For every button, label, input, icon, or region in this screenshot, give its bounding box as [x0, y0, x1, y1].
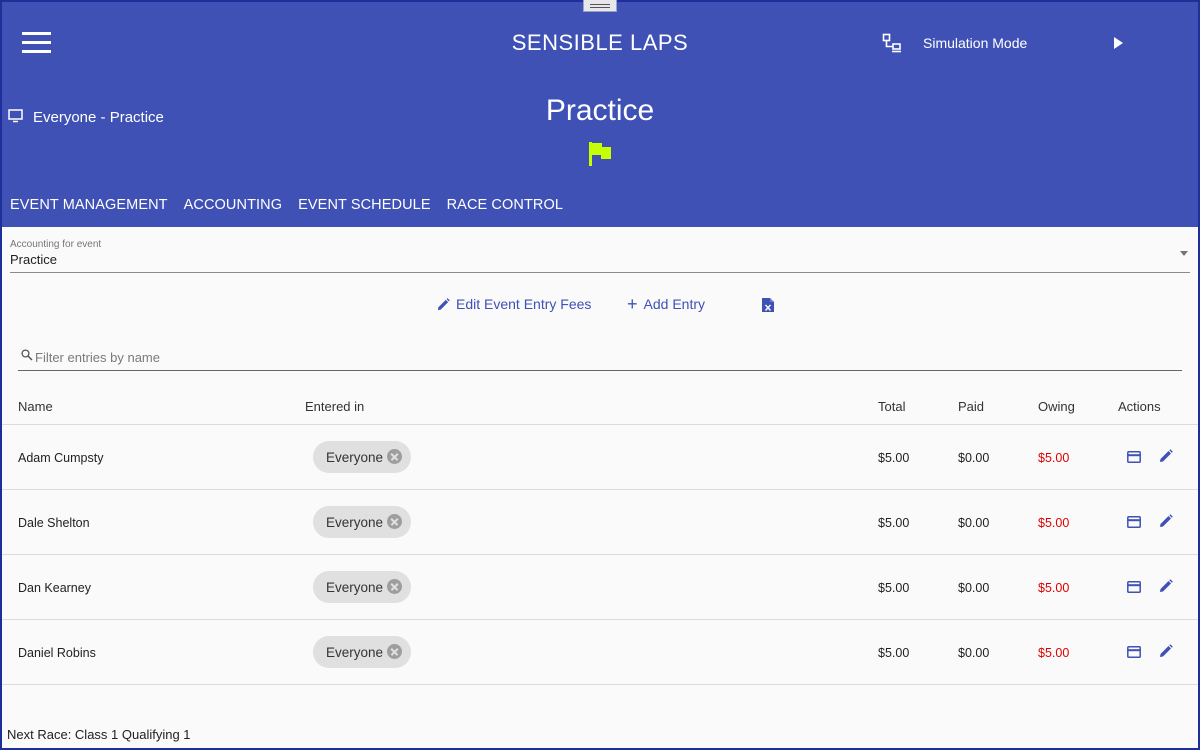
column-header-entered-in[interactable]: Entered in — [305, 399, 364, 414]
table-row: Daniel Robins Everyone $5.00 $0.00 $5.00 — [0, 620, 1200, 685]
entry-paid: $0.00 — [958, 451, 990, 465]
class-chip[interactable]: Everyone — [313, 506, 411, 538]
simulation-icon[interactable] — [882, 33, 902, 53]
pencil-icon[interactable] — [1159, 449, 1173, 463]
filter-field — [18, 344, 1182, 371]
plus-icon: + — [627, 294, 638, 314]
class-chip[interactable]: Everyone — [313, 441, 411, 473]
close-circle-icon[interactable] — [387, 579, 402, 594]
entry-paid: $0.00 — [958, 516, 990, 530]
tab-event-schedule[interactable]: EVENT SCHEDULE — [298, 197, 430, 213]
tab-race-control[interactable]: RACE CONTROL — [447, 197, 563, 213]
entry-owing: $5.00 — [1038, 581, 1070, 595]
pencil-icon[interactable] — [1159, 644, 1173, 658]
column-header-actions: Actions — [1118, 399, 1161, 414]
column-header-owing[interactable]: Owing — [1038, 399, 1075, 414]
dropdown-arrow-icon[interactable] — [1180, 251, 1188, 256]
drag-handle[interactable] — [583, 0, 617, 12]
search-icon — [21, 349, 33, 361]
pencil-icon[interactable] — [1159, 579, 1173, 593]
entry-total: $5.00 — [878, 516, 910, 530]
credit-card-icon[interactable] — [1127, 646, 1141, 658]
table-row: Dale Shelton Everyone $5.00 $0.00 $5.00 — [0, 490, 1200, 555]
table-header: Name Entered in Total Paid Owing Actions — [0, 390, 1200, 425]
accounting-event-select[interactable]: Accounting for event Practice — [10, 237, 1190, 273]
entry-name: Dan Kearney — [18, 581, 91, 595]
entry-owing: $5.00 — [1038, 516, 1070, 530]
accounting-event-value: Practice — [10, 252, 57, 267]
edit-event-entry-fees-button[interactable]: Edit Event Entry Fees — [437, 296, 591, 312]
entry-total: $5.00 — [878, 646, 910, 660]
table-row: Dan Kearney Everyone $5.00 $0.00 $5.00 — [0, 555, 1200, 620]
tab-accounting[interactable]: ACCOUNTING — [184, 197, 282, 213]
tab-event-management[interactable]: EVENT MANAGEMENT — [10, 197, 168, 213]
accounting-event-label: Accounting for event — [10, 239, 102, 250]
close-circle-icon[interactable] — [387, 449, 402, 464]
page-title: Practice — [545, 94, 655, 127]
entry-name: Adam Cumpsty — [18, 451, 104, 465]
entry-paid: $0.00 — [958, 581, 990, 595]
credit-card-icon[interactable] — [1127, 451, 1141, 463]
app-header: SENSIBLE LAPS Simulation Mode Everyone -… — [0, 0, 1200, 227]
class-chip[interactable]: Everyone — [313, 636, 411, 668]
credit-card-icon[interactable] — [1127, 581, 1141, 593]
entry-total: $5.00 — [878, 451, 910, 465]
entry-owing: $5.00 — [1038, 646, 1070, 660]
flag-icon — [589, 142, 611, 166]
class-chip-label: Everyone — [326, 514, 384, 530]
entry-total: $5.00 — [878, 581, 910, 595]
column-header-paid[interactable]: Paid — [958, 399, 984, 414]
close-circle-icon[interactable] — [387, 514, 402, 529]
entry-name: Dale Shelton — [18, 516, 90, 530]
nav-tabs: EVENT MANAGEMENT ACCOUNTING EVENT SCHEDU… — [10, 197, 563, 213]
add-entry-button[interactable]: + Add Entry — [627, 294, 705, 314]
table-row: Adam Cumpsty Everyone $5.00 $0.00 $5.00 — [0, 425, 1200, 490]
credit-card-icon[interactable] — [1127, 516, 1141, 528]
play-icon[interactable] — [1112, 36, 1124, 50]
pencil-icon — [437, 297, 450, 310]
class-chip-label: Everyone — [326, 449, 384, 465]
edit-event-entry-fees-label: Edit Event Entry Fees — [456, 296, 592, 312]
column-header-total[interactable]: Total — [878, 399, 905, 414]
entry-paid: $0.00 — [958, 646, 990, 660]
entry-owing: $5.00 — [1038, 451, 1070, 465]
column-header-name[interactable]: Name — [18, 399, 53, 414]
entry-name: Daniel Robins — [18, 646, 96, 660]
excel-export-icon[interactable] — [761, 297, 775, 313]
class-chip-label: Everyone — [326, 579, 384, 595]
next-race-status: Next Race: Class 1 Qualifying 1 — [7, 727, 191, 742]
add-entry-label: Add Entry — [643, 296, 705, 312]
close-circle-icon[interactable] — [387, 644, 402, 659]
class-chip-label: Everyone — [326, 644, 384, 660]
simulation-mode-label[interactable]: Simulation Mode — [923, 35, 1027, 51]
class-chip[interactable]: Everyone — [313, 571, 411, 603]
pencil-icon[interactable] — [1159, 514, 1173, 528]
filter-entries-input[interactable] — [35, 347, 1175, 367]
